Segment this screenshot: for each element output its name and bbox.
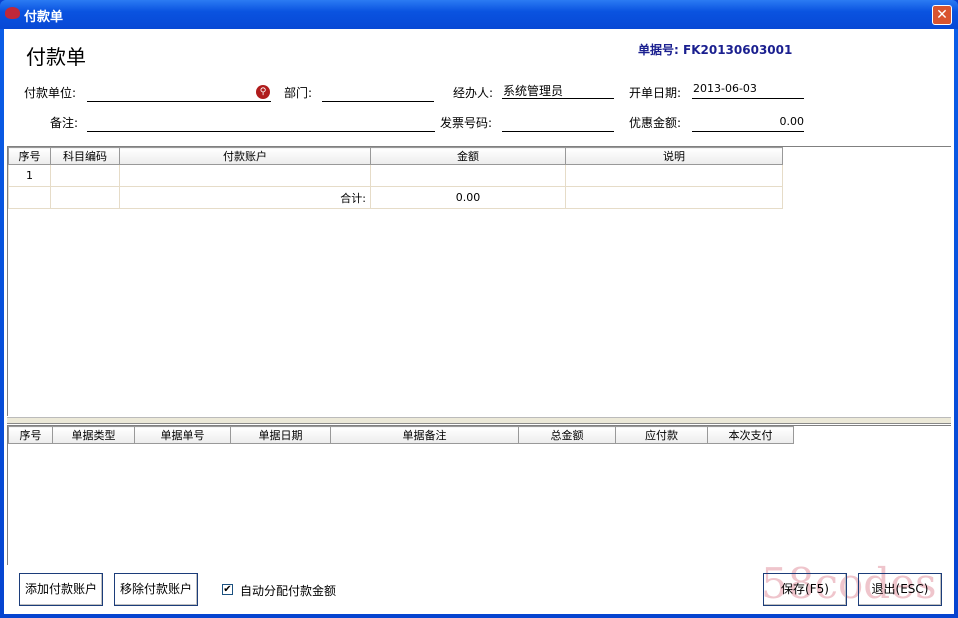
discount-label: 优惠金额: [629,114,681,131]
table-row[interactable]: 1 [9,165,783,187]
app-logo-icon [5,7,20,19]
col-header[interactable]: 单据类型 [53,427,135,444]
payment-window: 付款单 ✕ 付款单 单据号: FK20130603001 付款单位: ⚲ 部门:… [0,0,958,618]
bill-number-value: FK20130603001 [683,43,792,57]
handler-field[interactable]: 系统管理员 [502,82,614,99]
cell [9,187,51,209]
handler-label: 经办人: [453,84,493,101]
cell [51,187,120,209]
col-header[interactable]: 本次支付 [708,427,794,444]
invoice-field[interactable] [502,115,614,132]
remove-account-button[interactable]: 移除付款账户 [114,573,198,606]
cell[interactable]: 1 [9,165,51,187]
client-area: 付款单 单据号: FK20130603001 付款单位: ⚲ 部门: 经办人: … [4,29,954,614]
splitter[interactable] [7,417,951,424]
window-title: 付款单 [24,6,63,25]
payee-label: 付款单位: [24,84,76,101]
bill-number-label: 单据号: [638,43,679,57]
total-label: 合计: [120,187,371,209]
title-bar: 付款单 ✕ [0,0,958,29]
invoice-label: 发票号码: [440,114,492,131]
remark-field[interactable] [87,115,435,132]
dept-field[interactable] [322,85,434,102]
cell[interactable] [566,165,783,187]
cell [566,187,783,209]
documents-grid[interactable]: 序号单据类型单据单号单据日期单据备注总金额应付款本次支付 [7,425,951,565]
col-header[interactable]: 应付款 [616,427,708,444]
auto-allocate-checkbox[interactable]: ✔ [222,584,233,595]
col-header[interactable]: 金额 [371,148,566,165]
col-header[interactable]: 序号 [9,427,53,444]
date-field[interactable]: 2013-06-03 [692,82,804,99]
cell[interactable] [51,165,120,187]
dept-label: 部门: [284,84,312,101]
accounts-grid[interactable]: 序号科目编码付款账户金额说明 1 合计:0.00 [7,146,951,416]
date-label: 开单日期: [629,84,681,101]
col-header[interactable]: 科目编码 [51,148,120,165]
total-row: 合计:0.00 [9,187,783,209]
col-header[interactable]: 总金额 [519,427,616,444]
col-header[interactable]: 单据日期 [231,427,331,444]
cell[interactable] [371,165,566,187]
total-value: 0.00 [371,187,566,209]
bill-number: 单据号: FK20130603001 [638,41,792,58]
auto-allocate-label[interactable]: 自动分配付款金额 [240,582,336,599]
page-title: 付款单 [26,41,86,70]
col-header[interactable]: 单据单号 [135,427,231,444]
col-header[interactable]: 单据备注 [331,427,519,444]
col-header[interactable]: 说明 [566,148,783,165]
save-button[interactable]: 保存(F5) [763,573,847,606]
remark-label: 备注: [50,114,78,131]
add-account-button[interactable]: 添加付款账户 [19,573,103,606]
discount-field[interactable]: 0.00 [692,115,804,132]
close-button[interactable]: ✕ [932,5,952,25]
cell[interactable] [120,165,371,187]
payee-field[interactable] [87,85,271,102]
search-icon[interactable]: ⚲ [256,85,270,99]
exit-button[interactable]: 退出(ESC) [858,573,942,606]
col-header[interactable]: 序号 [9,148,51,165]
col-header[interactable]: 付款账户 [120,148,371,165]
